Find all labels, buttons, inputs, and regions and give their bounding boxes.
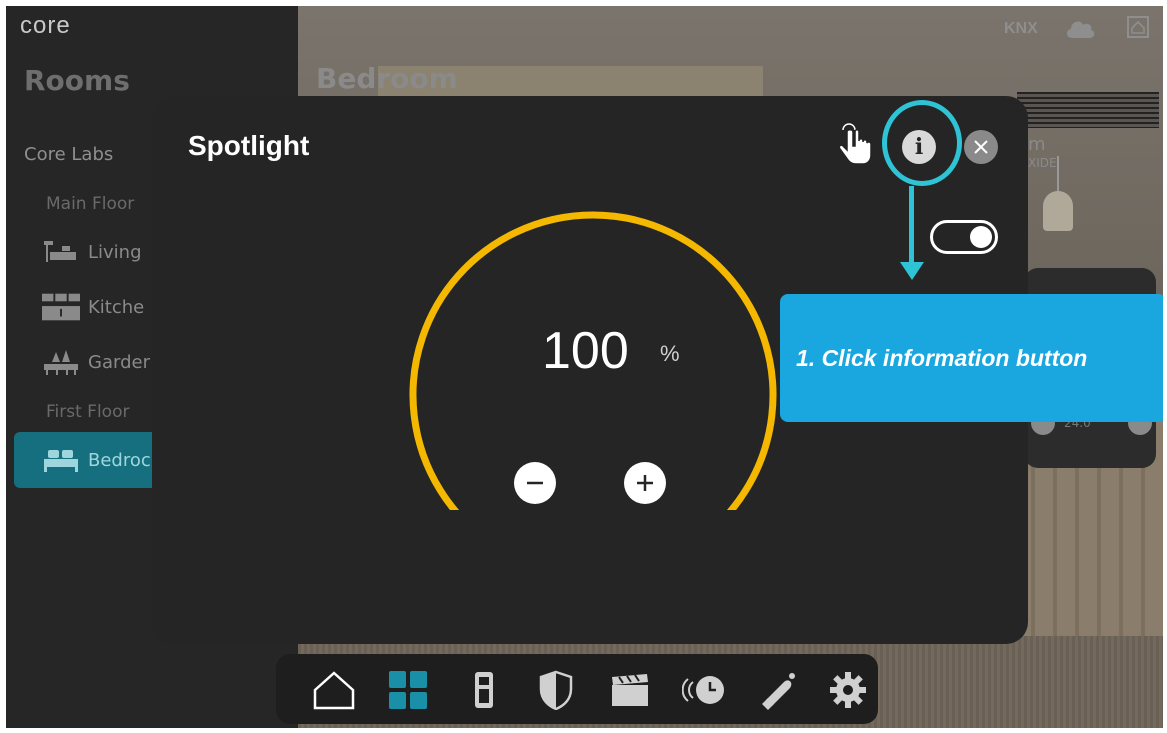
brightness-value: 100	[542, 322, 629, 380]
location-group[interactable]: Core Labs	[24, 144, 113, 165]
core-logo: core	[20, 12, 71, 39]
schedule-icon[interactable]	[680, 666, 728, 714]
floor-first[interactable]: First Floor	[46, 402, 129, 422]
sidebar-item-bedroom[interactable]: Bedroc	[42, 440, 151, 480]
garden-icon	[42, 349, 80, 375]
home-icon[interactable]	[310, 666, 358, 714]
rooms-heading: Rooms	[24, 64, 130, 97]
tutorial-instruction: 1. Click information button	[796, 344, 1088, 371]
sidebar-item-label: Kitche	[88, 296, 145, 318]
close-icon	[974, 140, 988, 154]
knx-status[interactable]: KNX	[1004, 20, 1038, 38]
home-status-icon[interactable]	[1127, 16, 1151, 40]
tutorial-callout: 1. Click information button	[780, 294, 1163, 422]
settings-gear-icon[interactable]	[824, 666, 872, 714]
bottom-nav	[276, 654, 878, 724]
scenes-clapper-icon[interactable]	[606, 666, 654, 714]
pendant-lamp	[1043, 191, 1073, 231]
close-button[interactable]	[964, 130, 998, 164]
brightness-unit: %	[660, 341, 680, 366]
security-shield-icon[interactable]	[532, 666, 580, 714]
kitchen-icon	[42, 293, 80, 321]
increase-button[interactable]	[624, 462, 666, 504]
window-blinds	[1017, 92, 1159, 128]
room-title: Bedroom	[316, 62, 458, 95]
sidebar-item-garden[interactable]: Garder	[42, 342, 150, 382]
minus-icon	[527, 481, 543, 485]
power-toggle[interactable]	[930, 220, 998, 254]
sidebar-item-kitchen[interactable]: Kitche	[42, 287, 144, 327]
plus-icon	[637, 475, 653, 491]
alarm-bell-icon[interactable]	[754, 666, 802, 714]
dialog-title: Spotlight	[188, 130, 310, 161]
floor-main[interactable]: Main Floor	[46, 194, 134, 214]
touch-hand-icon[interactable]	[835, 122, 875, 166]
cloud-icon[interactable]	[1064, 16, 1096, 42]
tutorial-highlight-ring	[882, 100, 962, 186]
tutorial-arrow-icon	[900, 262, 924, 280]
bg-tile-title: m	[1028, 134, 1046, 155]
rooms-grid-icon[interactable]	[384, 666, 432, 714]
sidebar-item-label: Bedroc	[88, 449, 151, 471]
tutorial-pointer-line	[909, 186, 914, 268]
intercom-icon[interactable]	[460, 666, 508, 714]
toggle-knob	[970, 226, 992, 248]
bg-tile-subtitle: XIDE	[1028, 156, 1057, 170]
decrease-button[interactable]	[514, 462, 556, 504]
sofa-lamp-icon	[42, 239, 80, 265]
sidebar-item-label: Garder	[88, 351, 150, 373]
sidebar-item-label: Living	[88, 241, 142, 263]
sidebar-item-living[interactable]: Living	[42, 232, 142, 272]
lamp-stem	[1057, 156, 1059, 196]
app-window: core Rooms Core Labs Main Floor Living K…	[6, 6, 1163, 728]
bed-icon	[42, 447, 80, 473]
